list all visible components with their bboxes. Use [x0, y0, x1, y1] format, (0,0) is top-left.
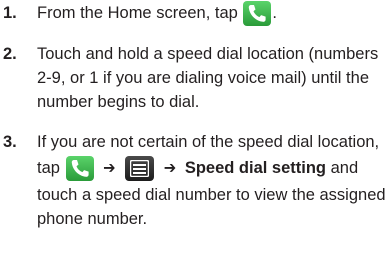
step-line: Touch and hold a speed dial location (nu…: [37, 45, 379, 63]
speed-dial-setting-label: Speed dial setting: [184, 159, 327, 177]
phone-icon: [65, 156, 94, 182]
step-number: 2.: [3, 45, 17, 63]
and-word: and: [330, 159, 359, 177]
arrow-icon: ➔: [103, 159, 116, 177]
step-line: touch a speed dial number to view the as…: [37, 186, 386, 204]
step-text-before: From the Home screen, tap: [37, 4, 238, 22]
step-text: If you are not certain of the speed dial…: [37, 130, 386, 231]
step-number: 1.: [3, 4, 17, 22]
step-line: number begins to dial.: [37, 93, 200, 111]
step-line: If you are not certain of the speed dial…: [37, 133, 380, 151]
step-text-after: .: [272, 4, 278, 22]
step-text: Touch and hold a speed dial location (nu…: [37, 42, 386, 114]
phone-icon: [243, 1, 272, 27]
step-line-with-icons: tap ➔ ➔ Speed dial setting and: [37, 154, 386, 183]
arrow-icon: ➔: [163, 159, 177, 177]
step-text: From the Home screen, tap .: [37, 1, 386, 27]
step-line: 2-9, or 1 if you are dialing voice mail)…: [37, 69, 369, 87]
tap-word: tap: [37, 159, 60, 177]
step-number: 3.: [3, 133, 17, 151]
menu-icon: [125, 156, 155, 182]
step-line: phone number.: [37, 210, 148, 228]
instructions-page: 1. From the Home screen, tap . 2. Touch …: [0, 0, 388, 255]
